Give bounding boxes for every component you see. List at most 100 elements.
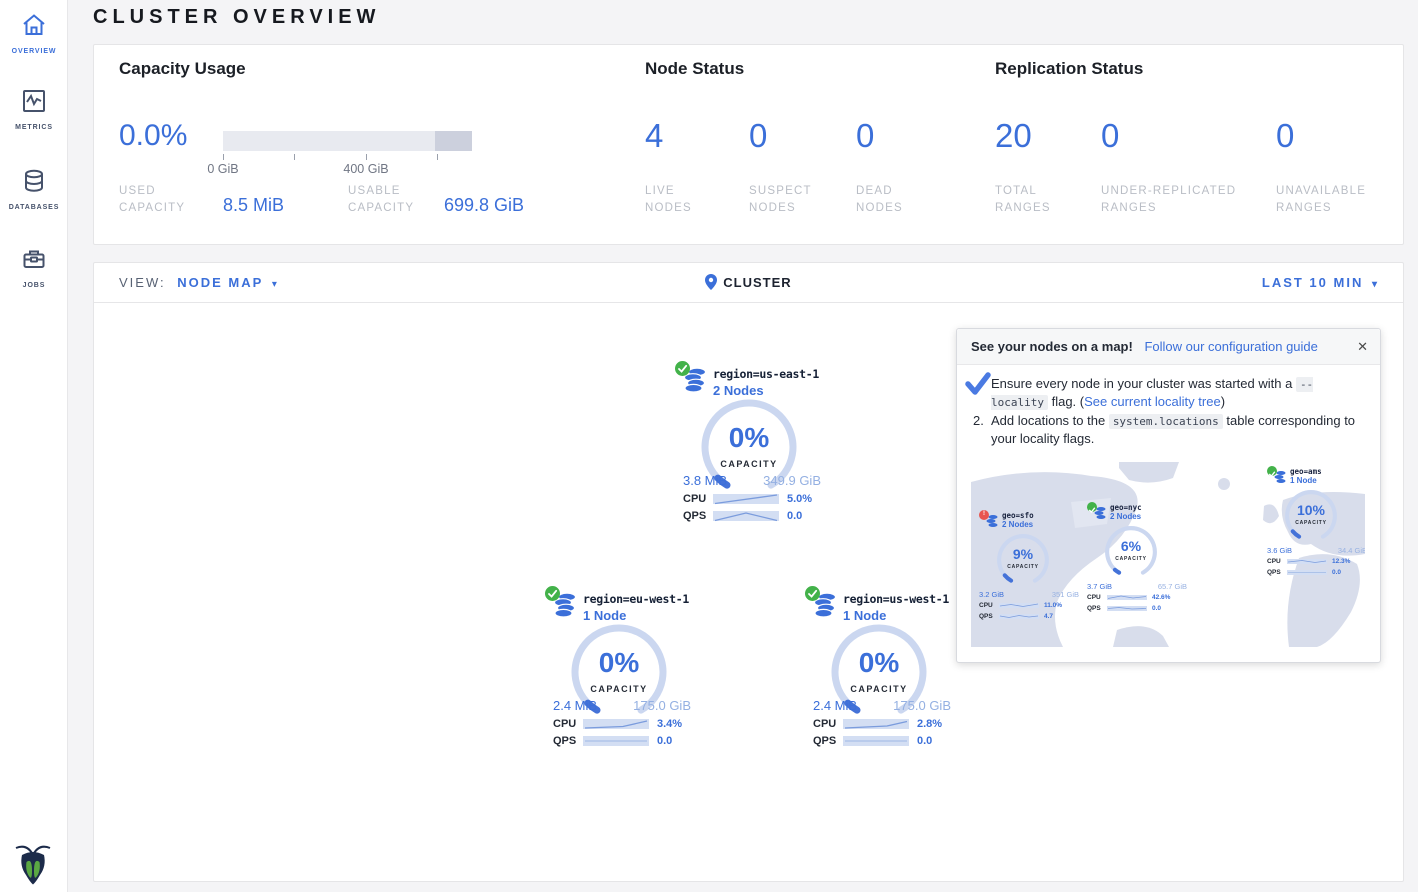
node-count: 2 Nodes <box>1002 520 1033 529</box>
capacity-tick <box>294 154 295 160</box>
node-group-eu-west-1[interactable]: region=eu-west-1 1 Node 0% CAPACITY 2.4 … <box>539 586 699 754</box>
suspect-nodes-label: SUSPECT NODES <box>749 183 812 217</box>
sidebar-item-label: DATABASES <box>0 204 68 211</box>
usable-capacity-label: USABLE CAPACITY <box>348 183 414 217</box>
used-capacity-label: USED CAPACITY <box>119 183 185 217</box>
total-ranges-value: 20 <box>995 117 1032 155</box>
region-label: region=us-west-1 <box>843 592 949 606</box>
qps-label: QPS <box>553 735 583 747</box>
capacity-label: CAPACITY <box>1103 556 1159 562</box>
sidebar-item-jobs[interactable]: JOBS <box>0 246 68 289</box>
qps-label: QPS <box>979 613 999 620</box>
cpu-label: CPU <box>813 718 843 730</box>
total-ranges-label: TOTAL RANGES <box>995 183 1051 217</box>
replication-status-title: Replication Status <box>995 59 1143 79</box>
capacity-percent: 9% <box>995 546 1051 562</box>
node-group-us-east-1[interactable]: region=us-east-1 2 Nodes 0% CAPACITY 3.8… <box>669 361 829 529</box>
capacity-label: CAPACITY <box>1283 520 1339 526</box>
map-toolbar: VIEW: NODE MAP ▾ CLUSTER LAST 10 MIN ▾ <box>94 263 1403 303</box>
capacity-usage-title: Capacity Usage <box>119 59 246 79</box>
node-count: 1 Node <box>583 608 626 623</box>
tooltip-header: See your nodes on a map! Follow our conf… <box>957 329 1380 365</box>
capacity-tick-label: 0 GiB <box>188 162 258 176</box>
qps-sparkline <box>583 734 649 748</box>
tooltip-body: Ensure every node in your cluster was st… <box>957 365 1380 449</box>
capacity-label: CAPACITY <box>829 684 929 694</box>
breadcrumb-label: CLUSTER <box>723 275 791 290</box>
cpu-label: CPU <box>553 718 583 730</box>
capacity-gauge: 10% CAPACITY <box>1283 488 1339 544</box>
sidebar-item-label: OVERVIEW <box>0 48 68 55</box>
step-number: 2. <box>973 412 984 430</box>
capacity-bar-segment <box>435 131 472 151</box>
capacity-percent: 0% <box>829 647 929 679</box>
cockroachdb-logo[interactable] <box>13 842 53 886</box>
cpu-value: 5.0% <box>787 493 812 505</box>
healthy-check-icon <box>545 586 560 601</box>
capacity-tick-label: 400 GiB <box>331 162 401 176</box>
used-value: 2.4 MiB <box>553 698 597 713</box>
used-value: 3.8 MiB <box>683 473 727 488</box>
step-text: Ensure every node in your cluster was st… <box>991 376 1296 391</box>
node-group-us-west-1[interactable]: region=us-west-1 1 Node 0% CAPACITY 2.4 … <box>799 586 959 754</box>
capacity-percent: 6% <box>1103 538 1159 554</box>
capacity-label: CAPACITY <box>995 564 1051 570</box>
sidebar-item-metrics[interactable]: METRICS <box>0 88 68 131</box>
used-value: 2.4 MiB <box>813 698 857 713</box>
qps-value: 0.0 <box>917 735 932 747</box>
example-node-map-image: ! geo=sfo 2 Nodes 9% CAPACITY 3.2 GiB 35 <box>971 462 1365 647</box>
cpu-sparkline <box>1107 594 1147 601</box>
region-label: region=us-east-1 <box>713 367 819 381</box>
breadcrumb-cluster[interactable]: CLUSTER <box>94 274 1403 290</box>
database-icon <box>21 168 47 199</box>
healthy-check-icon <box>675 361 690 376</box>
node-status-title: Node Status <box>645 59 744 79</box>
node-count: 1 Node <box>843 608 886 623</box>
qps-value: 0.0 <box>1332 569 1341 576</box>
live-nodes-value: 4 <box>645 117 663 155</box>
time-range-dropdown[interactable]: LAST 10 MIN ▾ <box>1262 275 1379 290</box>
node-count: 2 Nodes <box>713 383 764 398</box>
qps-sparkline <box>1287 569 1327 576</box>
under-replicated-label: UNDER-REPLICATED RANGES <box>1101 183 1236 217</box>
under-replicated-value: 0 <box>1101 117 1119 155</box>
map-pin-icon <box>705 274 717 290</box>
cpu-sparkline <box>713 492 779 506</box>
step-text: flag. ( <box>1048 394 1084 409</box>
system-locations-code: system.locations <box>1109 414 1223 429</box>
sidebar-item-label: JOBS <box>0 282 68 289</box>
healthy-check-icon <box>1087 502 1097 512</box>
qps-sparkline <box>1107 605 1147 612</box>
sidebar-item-databases[interactable]: DATABASES <box>0 168 68 211</box>
qps-sparkline <box>999 613 1039 620</box>
setup-step-1: Ensure every node in your cluster was st… <box>973 375 1366 412</box>
capacity-percent: 10% <box>1283 502 1339 518</box>
unavailable-ranges-label: UNAVAILABLE RANGES <box>1276 183 1366 217</box>
cpu-value: 2.8% <box>917 718 942 730</box>
unavailable-ranges-value: 0 <box>1276 117 1294 155</box>
node-map-setup-tooltip: See your nodes on a map! Follow our conf… <box>956 328 1381 663</box>
suspect-nodes-value: 0 <box>749 117 767 155</box>
qps-value: 0.0 <box>1152 605 1161 612</box>
total-value: 175.0 GiB <box>633 698 691 713</box>
cpu-label: CPU <box>979 602 999 609</box>
step-text: ) <box>1221 394 1225 409</box>
qps-value: 0.0 <box>787 510 802 522</box>
total-value: 349.9 GiB <box>763 473 821 488</box>
capacity-gauge: 9% CAPACITY <box>995 532 1051 588</box>
capacity-bar <box>223 131 472 151</box>
locality-tree-link[interactable]: See current locality tree <box>1084 394 1221 409</box>
configuration-guide-link[interactable]: Follow our configuration guide <box>1144 339 1317 354</box>
home-icon <box>21 12 47 43</box>
sidebar-item-overview[interactable]: OVERVIEW <box>0 12 68 55</box>
used-capacity-value: 8.5 MiB <box>223 195 284 216</box>
capacity-percent: 0% <box>569 647 669 679</box>
summary-panel: Capacity Usage 0.0% 0 GiB 400 GiB USED C… <box>93 44 1404 245</box>
dead-nodes-label: DEAD NODES <box>856 183 903 217</box>
warning-icon: ! <box>979 510 989 520</box>
cpu-value: 11.0% <box>1044 602 1062 609</box>
close-icon[interactable]: ✕ <box>1357 339 1368 355</box>
step-text: Add locations to the <box>991 413 1109 428</box>
tooltip-title: See your nodes on a map! <box>971 339 1133 354</box>
cpu-label: CPU <box>1267 558 1287 565</box>
